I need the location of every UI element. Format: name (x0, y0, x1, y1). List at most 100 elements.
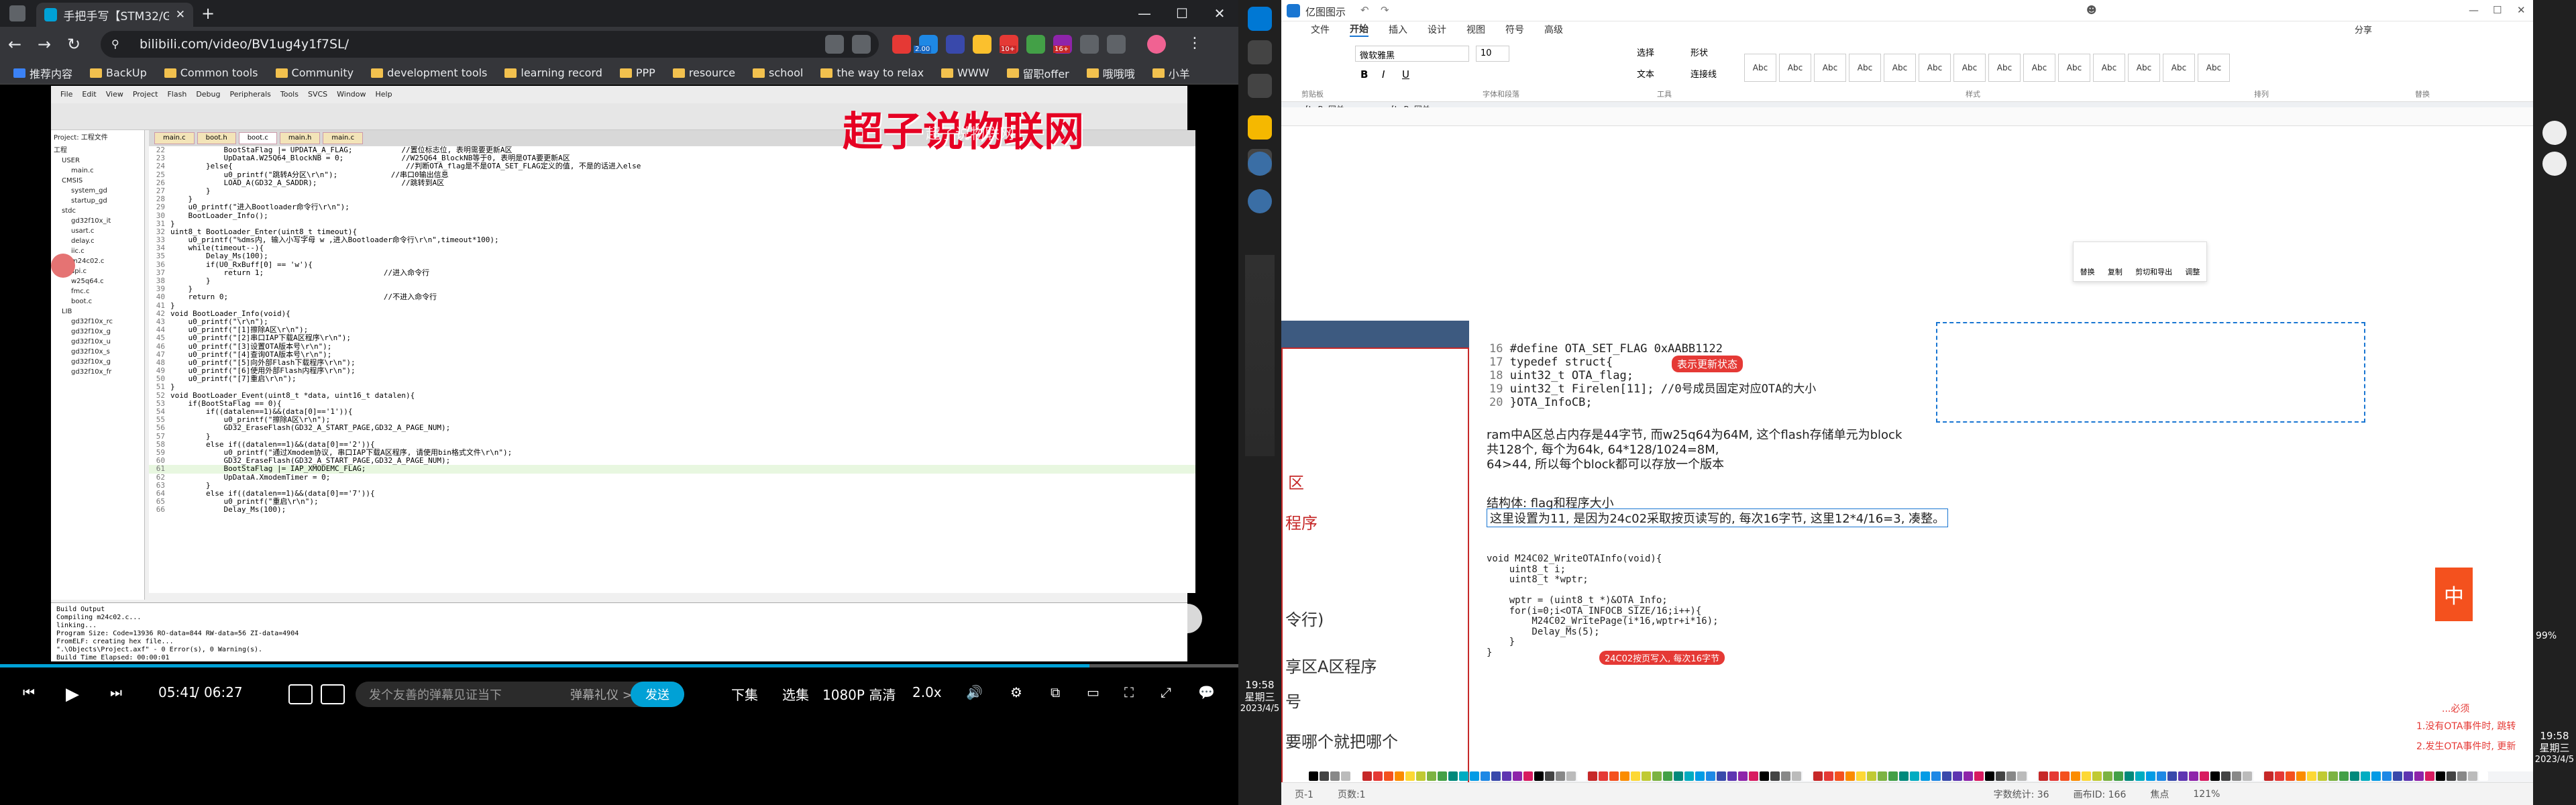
site-info-icon[interactable]: ⚲ (111, 38, 119, 50)
color-swatch[interactable] (2017, 771, 2027, 781)
color-swatch[interactable] (1760, 771, 1769, 781)
color-swatch[interactable] (1835, 771, 1844, 781)
color-swatch[interactable] (2200, 771, 2209, 781)
color-swatch[interactable] (1309, 771, 1318, 781)
color-swatch[interactable] (2253, 771, 2263, 781)
font-size-select[interactable]: 10 (1476, 46, 1509, 62)
project-tree-item[interactable]: Project: 工程文件 (51, 130, 144, 143)
color-swatch[interactable] (1502, 771, 1511, 781)
color-swatch[interactable] (1405, 771, 1415, 781)
color-swatch[interactable] (1588, 771, 1597, 781)
redo-icon[interactable]: ↷ (1381, 4, 1389, 16)
color-swatch[interactable] (1427, 771, 1436, 781)
project-tree-item[interactable]: boot.c (51, 297, 144, 307)
bookmark-item[interactable]: 留职offer (1000, 65, 1076, 81)
minimize-icon[interactable]: — (1126, 0, 1163, 27)
settings-icon[interactable]: ⚙ (1010, 684, 1022, 700)
color-swatch[interactable] (1373, 771, 1383, 781)
address-bar[interactable]: bilibili.com/video/BV1ug4y1f7SL/ (101, 31, 879, 58)
project-tree-item[interactable]: usart.c (51, 226, 144, 236)
style-preset[interactable]: Abc (1814, 54, 1846, 82)
color-swatch[interactable] (1523, 771, 1533, 781)
project-tree-item[interactable]: gd32f10x_rc (51, 317, 144, 327)
color-swatch[interactable] (1803, 771, 1812, 781)
maximize-icon[interactable]: ☐ (1163, 0, 1201, 27)
extension-green-icon[interactable] (1026, 35, 1045, 54)
bookmark-item[interactable]: 推荐内容 (7, 65, 79, 81)
color-swatch[interactable] (2457, 771, 2467, 781)
project-tree-item[interactable]: w25q64.c (51, 276, 144, 286)
chat-icon[interactable]: 💬 (1198, 684, 1215, 700)
reload-icon[interactable]: ↻ (59, 30, 89, 59)
bookmark-item[interactable]: BackUp (83, 66, 154, 79)
color-swatch[interactable] (1888, 771, 1898, 781)
project-tree-item[interactable]: system_gd (51, 186, 144, 196)
color-swatch[interactable] (1599, 771, 1608, 781)
color-swatch[interactable] (1856, 771, 1866, 781)
undo-icon[interactable]: ↶ (1360, 4, 1369, 16)
style-preset[interactable]: Abc (2093, 54, 2125, 82)
color-swatch[interactable] (1513, 771, 1522, 781)
send-danmu-button[interactable]: 发送 (631, 682, 684, 707)
color-swatch[interactable] (1910, 771, 1919, 781)
color-swatch[interactable] (1931, 771, 1941, 781)
color-swatch[interactable] (2092, 771, 2102, 781)
project-tree-item[interactable]: gd32f10x_it (51, 216, 144, 226)
color-swatch[interactable] (2447, 771, 2456, 781)
bold-icon[interactable]: B (1360, 68, 1368, 80)
menu-file[interactable]: 文件 (1311, 23, 1330, 36)
bookmark-item[interactable]: resource (666, 66, 742, 79)
color-swatch[interactable] (1470, 771, 1479, 781)
bookmark-item[interactable]: learning record (498, 66, 608, 79)
episodes-button[interactable]: 选集 (782, 684, 809, 704)
color-swatch[interactable] (2103, 771, 2112, 781)
color-swatch[interactable] (1974, 771, 1984, 781)
app-icon[interactable] (2542, 121, 2567, 145)
color-swatch[interactable] (1609, 771, 1619, 781)
color-swatch[interactable] (2404, 771, 2413, 781)
style-preset[interactable]: Abc (1988, 54, 2021, 82)
color-swatch[interactable] (2468, 771, 2477, 781)
color-swatch[interactable] (2436, 771, 2445, 781)
color-swatch[interactable] (1684, 771, 1694, 781)
font-name-select[interactable]: 微软雅黑 (1355, 46, 1469, 62)
color-swatch[interactable] (1320, 771, 1329, 781)
color-swatch[interactable] (2178, 771, 2188, 781)
battery-level[interactable]: 99% (2536, 631, 2557, 641)
color-swatch[interactable] (2039, 771, 2048, 781)
adjust-button[interactable]: 调整 (2185, 266, 2200, 277)
color-swatch[interactable] (2393, 771, 2402, 781)
color-swatch[interactable] (1384, 771, 1393, 781)
color-swatch[interactable] (1330, 771, 1340, 781)
search-icon[interactable] (1248, 40, 1272, 64)
menu-dots-icon[interactable]: ⋮ (1187, 35, 1206, 54)
underline-icon[interactable]: U (1402, 68, 1409, 80)
forward-icon[interactable]: → (30, 30, 59, 59)
color-swatch[interactable] (1738, 771, 1748, 781)
project-tree-item[interactable]: delay.c (51, 236, 144, 246)
color-swatch[interactable] (1566, 771, 1576, 781)
export-button[interactable]: 剪切和导出 (2135, 266, 2172, 277)
copy-button[interactable]: 复制 (2108, 266, 2123, 277)
start-icon[interactable] (1248, 7, 1272, 31)
style-preset[interactable]: Abc (1884, 54, 1916, 82)
selected-image[interactable] (1936, 322, 2365, 423)
note-paragraph-editing[interactable]: 这里设置为11, 是因为24c02采取按页读写的, 每次16字节, 这里12*4… (1487, 508, 1949, 527)
style-preset[interactable]: Abc (2058, 54, 2090, 82)
project-tree-item[interactable]: gd32f10x_g (51, 357, 144, 367)
select-tool[interactable]: 选择 (1637, 46, 1654, 58)
project-tree-item[interactable]: gd32f10x_u (51, 337, 144, 347)
danmu-settings-icon[interactable] (321, 684, 345, 704)
project-tree-item[interactable]: USER (51, 156, 144, 166)
clock-time[interactable]: 19:58 (2533, 730, 2576, 742)
color-swatch[interactable] (2264, 771, 2273, 781)
zoom-level[interactable]: 121% (2193, 789, 2220, 800)
color-swatch[interactable] (1813, 771, 1823, 781)
style-preset[interactable]: Abc (2128, 54, 2160, 82)
widescreen-icon[interactable]: ▭ (1087, 684, 1099, 700)
color-swatch[interactable] (1867, 771, 1876, 781)
bookmark-item[interactable]: WWW (934, 66, 996, 79)
color-swatch[interactable] (2060, 771, 2070, 781)
color-swatch[interactable] (2125, 771, 2134, 781)
style-preset[interactable]: Abc (2198, 54, 2230, 82)
